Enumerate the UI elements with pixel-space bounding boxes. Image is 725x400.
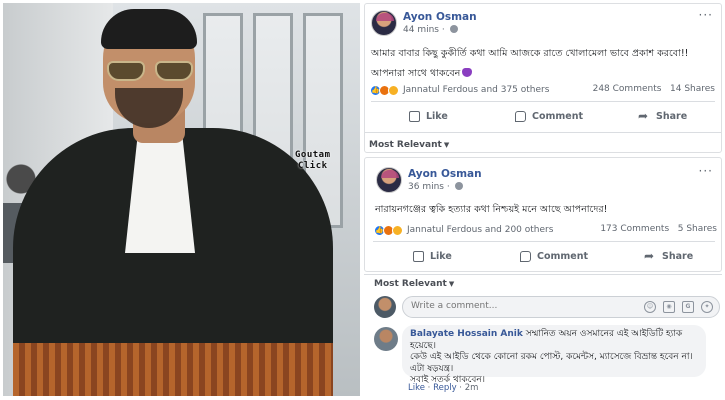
composer-tools: ☺ ◉ G ✦ [644, 301, 713, 313]
comment-label: Comment [537, 251, 589, 262]
reactions-bar[interactable]: 👍 Jannatul Ferdous and 375 others [370, 84, 549, 96]
like-label: Like [430, 251, 452, 262]
reactions-bar[interactable]: 👍 Jannatul Ferdous and 200 others [374, 224, 553, 236]
post-counts: 248 Comments 14 Shares [593, 84, 715, 94]
share-button[interactable]: Share [638, 109, 688, 123]
post-time[interactable]: 44 mins · [403, 25, 458, 35]
comment-text-line-2: কেউ এই আইডি থেকে কোনো রকম পোস্ট, কমেন্টস… [410, 352, 693, 362]
sort-dropdown[interactable]: Most Relevant ▼ [369, 140, 449, 150]
caret-down-icon: ▼ [448, 280, 455, 288]
emoji-icon[interactable]: ☺ [644, 301, 656, 313]
comments-count[interactable]: 248 Comments [593, 84, 662, 94]
divider [365, 132, 721, 133]
camera-icon[interactable]: ◉ [663, 301, 675, 313]
shawl-border [13, 343, 333, 396]
watermark-line-1: Goutam [295, 150, 331, 160]
author-avatar[interactable] [371, 10, 397, 36]
comment-button[interactable]: Comment [520, 251, 588, 262]
comments-count[interactable]: 173 Comments [600, 224, 669, 234]
post-time[interactable]: 36 mins · [408, 182, 463, 192]
caret-down-icon: ▼ [443, 141, 450, 149]
comment-button[interactable]: Comment [515, 111, 583, 122]
hair [101, 9, 197, 49]
post-counts: 173 Comments 5 Shares [600, 224, 717, 234]
purple-heart-icon [462, 68, 473, 77]
comment-label: Comment [532, 111, 584, 122]
comment-author[interactable]: Balayate Hossain Anik [410, 329, 523, 339]
globe-icon [454, 182, 463, 190]
divider [371, 101, 715, 102]
viewer-avatar [374, 296, 396, 318]
post-card-2: Ayon Osman 36 mins · ··· নারায়নগঞ্জের ত… [364, 157, 722, 272]
sunglasses [107, 61, 193, 81]
comment-input[interactable] [411, 301, 631, 311]
comment-actions: Like · Reply · 2m [408, 383, 479, 393]
globe-icon [449, 25, 458, 33]
post-text-line-2: আপনারা সাথে থাকবেন [371, 68, 461, 79]
like-button[interactable]: Like [409, 111, 448, 122]
author-avatar[interactable] [376, 167, 402, 193]
comment-text-line-3: এটা ষড়যন্ত্র। [410, 363, 454, 374]
post-text-line-1: আমার বাবার কিছু কুকীর্তি কথা আমি আজকে রা… [371, 48, 689, 59]
like-button[interactable]: Like [413, 251, 452, 262]
like-label: Like [426, 111, 448, 122]
post-time-text[interactable]: 36 mins [408, 182, 444, 192]
comment-reply-link[interactable]: Reply [433, 383, 457, 393]
photo-watermark: Goutam Click [295, 150, 331, 172]
sort-label: Most Relevant [374, 279, 447, 289]
reactions-summary[interactable]: Jannatul Ferdous and 375 others [403, 85, 549, 95]
share-label: Share [662, 251, 694, 262]
sort-dropdown[interactable]: Most Relevant ▼ [374, 279, 454, 289]
post-body: নারায়নগঞ্জের ত্বকি হত্যার কথা নিশ্চয়ই … [375, 203, 715, 216]
post-card-1: Ayon Osman 44 mins · ··· আমার বাবার কিছু… [364, 3, 722, 153]
comment-icon [515, 111, 526, 122]
thumbs-up-icon [413, 251, 424, 262]
post-text-line-1: নারায়নগঞ্জের ত্বকি হত্যার কথা নিশ্চয়ই … [375, 204, 608, 215]
more-options-icon[interactable]: ··· [699, 164, 713, 178]
divider [373, 241, 715, 242]
commenter-avatar[interactable] [374, 327, 398, 351]
comment-bubble: Balayate Hossain Anik সম্মানিত অয়ন ওসমা… [402, 325, 706, 385]
comment-text-line-1: Balayate Hossain Anik সম্মানিত অয়ন ওসমা… [410, 329, 698, 352]
sort-label: Most Relevant [369, 140, 442, 150]
post-body: আমার বাবার কিছু কুকীর্তি কথা আমি আজকে রা… [371, 47, 716, 80]
more-options-icon[interactable]: ··· [699, 8, 713, 22]
comment-composer[interactable]: ☺ ◉ G ✦ [402, 296, 720, 318]
share-icon [644, 249, 656, 263]
comment-like-link[interactable]: Like [408, 383, 425, 393]
gif-icon[interactable]: G [682, 301, 694, 313]
divider [364, 274, 722, 275]
reactions-summary[interactable]: Jannatul Ferdous and 200 others [407, 225, 553, 235]
watermark-line-2: Click [297, 161, 328, 171]
shares-count[interactable]: 14 Shares [670, 84, 715, 94]
share-button[interactable]: Share [644, 249, 694, 263]
share-icon [638, 109, 650, 123]
share-label: Share [656, 111, 688, 122]
shares-count[interactable]: 5 Shares [678, 224, 717, 234]
profile-photo: Goutam Click [3, 3, 360, 396]
wow-reaction-icon [388, 84, 399, 96]
comment-time[interactable]: 2m [465, 383, 479, 393]
post-author[interactable]: Ayon Osman [408, 168, 482, 180]
sticker-icon[interactable]: ✦ [701, 301, 713, 313]
haha-reaction-icon [392, 224, 403, 236]
post-time-text[interactable]: 44 mins [403, 25, 439, 35]
comment-icon [520, 251, 531, 262]
post-author[interactable]: Ayon Osman [403, 11, 477, 23]
thumbs-up-icon [409, 111, 420, 122]
